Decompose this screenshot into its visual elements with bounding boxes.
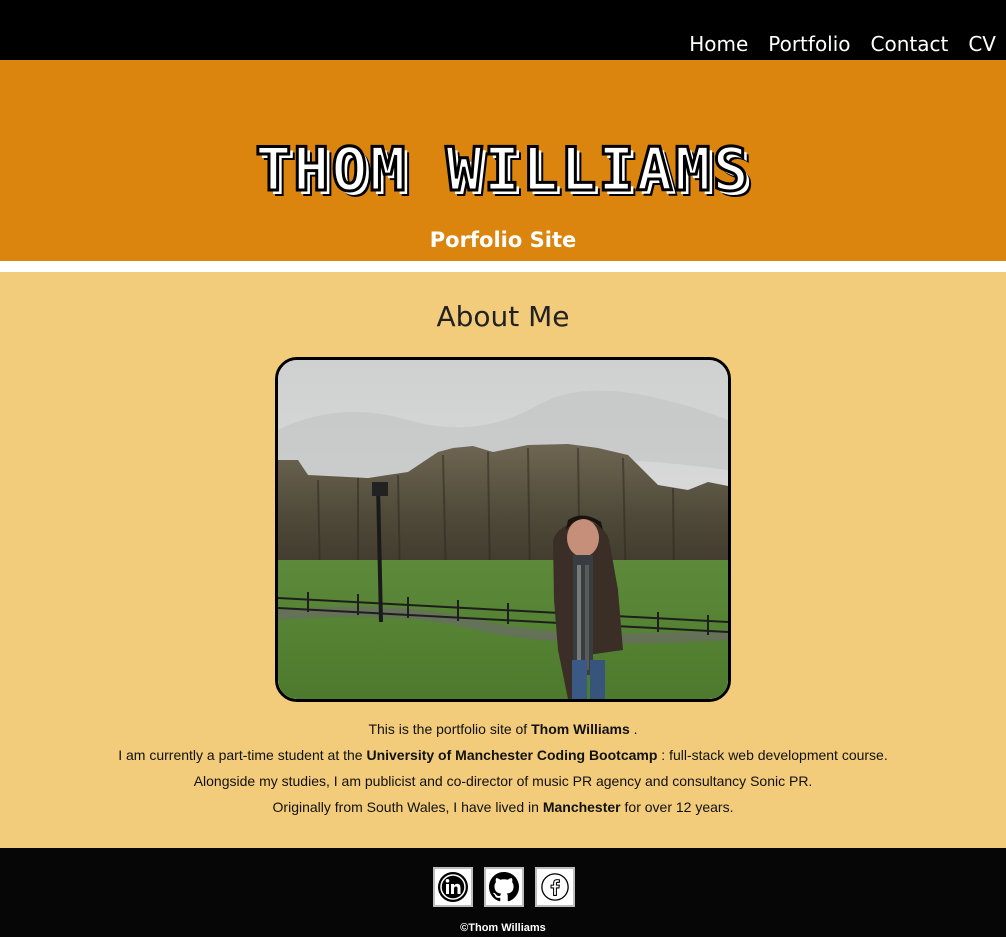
facebook-link[interactable] xyxy=(535,867,575,907)
nav-item-home: Home xyxy=(689,31,748,57)
social-links xyxy=(433,867,575,907)
bio-line-2-bold: University of Manchester Coding Bootcamp xyxy=(366,747,658,763)
bio-line-4: Originally from South Wales, I have live… xyxy=(0,794,1006,820)
bio-line-2-tail: : full-stack web development course. xyxy=(657,747,888,763)
bio-line-3-text: Alongside my studies, I am publicist and… xyxy=(193,773,813,789)
bio-line-1-text: This is the portfolio site of xyxy=(368,721,532,737)
bio-line-1-bold: Thom Williams xyxy=(531,721,630,737)
github-icon xyxy=(489,872,519,902)
nav-link-home[interactable]: Home xyxy=(689,32,748,56)
bio-line-4-tail: for over 12 years. xyxy=(620,799,734,815)
nav-link-cv[interactable]: CV xyxy=(968,32,996,56)
bio-line-3: Alongside my studies, I am publicist and… xyxy=(0,768,1006,794)
top-navigation: Home Portfolio Contact CV xyxy=(0,0,1006,60)
nav-menu: Home Portfolio Contact CV xyxy=(689,31,996,57)
nav-item-cv: CV xyxy=(968,31,996,57)
nav-link-portfolio[interactable]: Portfolio xyxy=(768,32,850,56)
site-title: Thom Williams xyxy=(254,134,751,207)
facebook-icon xyxy=(541,873,569,901)
bio-line-4-text: Originally from South Wales, I have live… xyxy=(272,799,543,815)
section-divider xyxy=(0,261,1006,272)
linkedin-link[interactable] xyxy=(433,867,473,907)
bio-line-1-tail: . xyxy=(629,721,638,737)
nav-item-contact: Contact xyxy=(871,31,949,57)
bio-line-2-text: I am currently a part-time student at th… xyxy=(118,747,367,763)
hero-banner: Thom Williams Porfolio Site xyxy=(0,60,1006,261)
profile-photo xyxy=(275,357,731,702)
linkedin-icon xyxy=(438,872,468,902)
about-section: About Me This is the portfolio site of T… xyxy=(0,272,1006,848)
site-subtitle: Porfolio Site xyxy=(429,228,577,252)
profile-photo-image xyxy=(278,360,728,699)
bio-text: This is the portfolio site of Thom Willi… xyxy=(0,716,1006,820)
bio-line-2: I am currently a part-time student at th… xyxy=(0,742,1006,768)
copyright-text: ©Thom Williams xyxy=(460,922,546,934)
page-footer: ©Thom Williams xyxy=(0,848,1006,937)
bio-line-4-bold: Manchester xyxy=(542,799,621,815)
nav-item-portfolio: Portfolio xyxy=(768,31,850,57)
about-heading: About Me xyxy=(436,300,570,333)
github-link[interactable] xyxy=(484,867,524,907)
bio-line-1: This is the portfolio site of Thom Willi… xyxy=(0,716,1006,742)
nav-link-contact[interactable]: Contact xyxy=(871,32,949,56)
